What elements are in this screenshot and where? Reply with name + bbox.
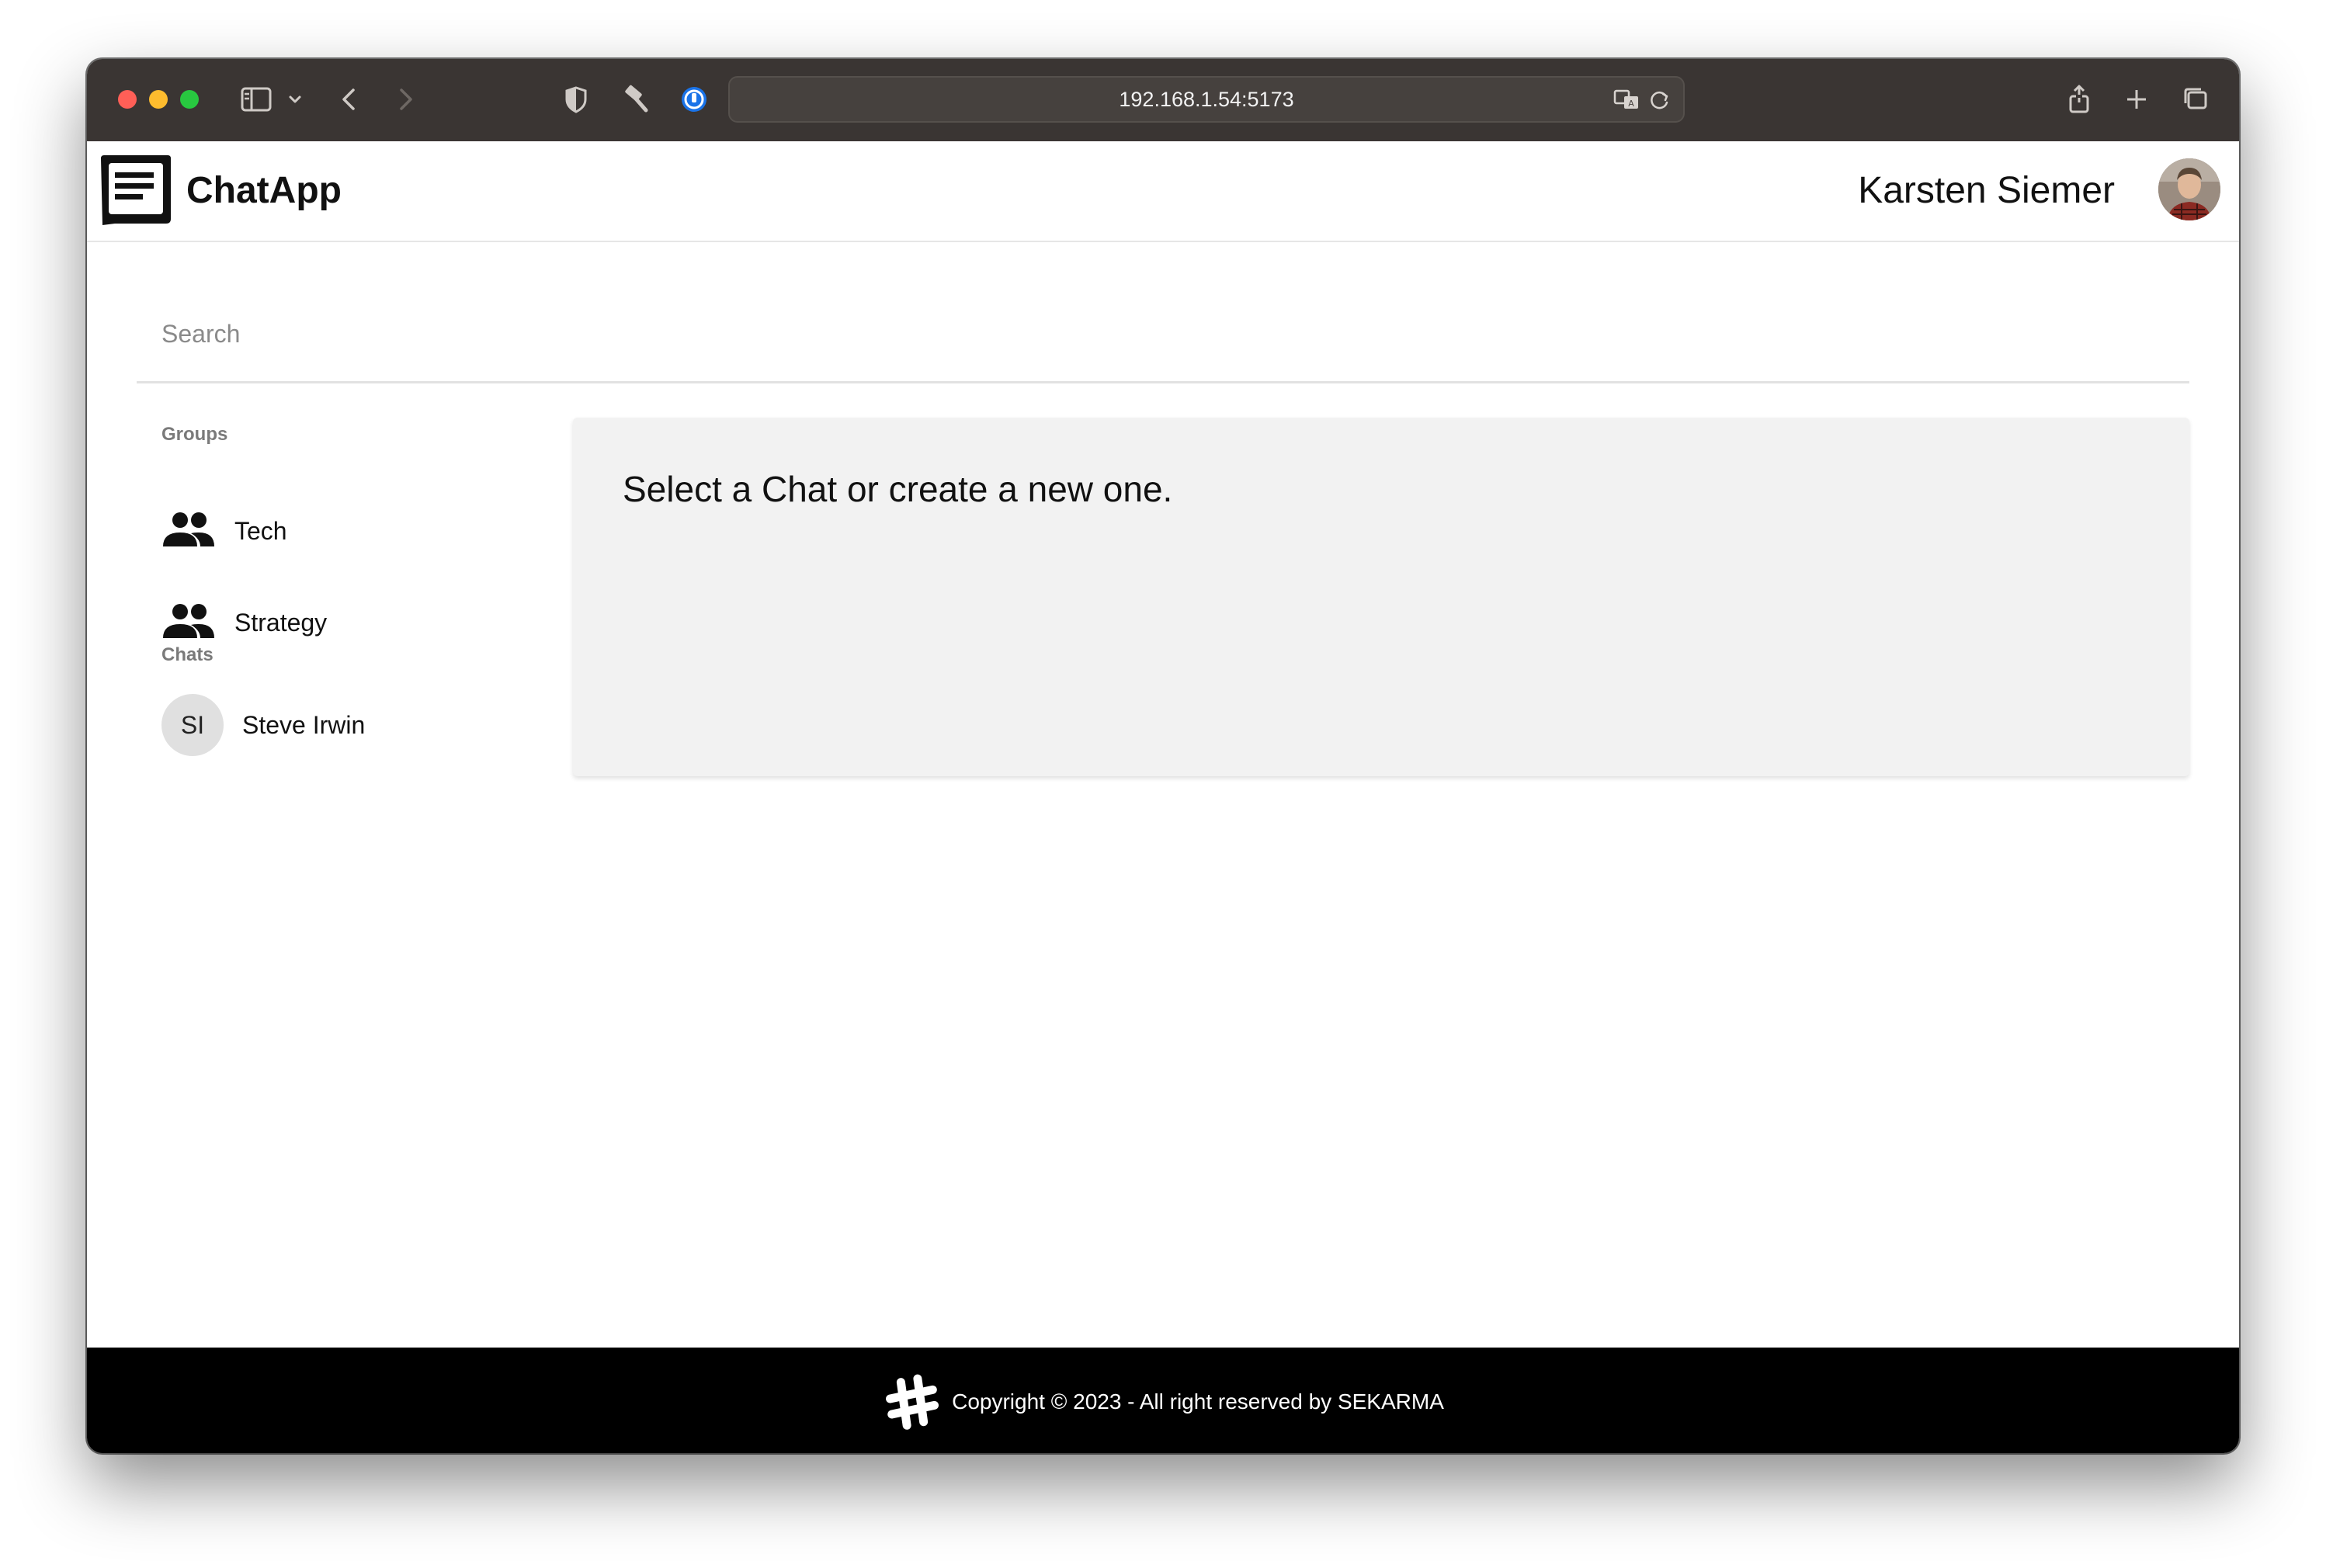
app-header: ChatApp Karsten Siemer <box>87 141 2239 242</box>
svg-text:A: A <box>1628 99 1634 109</box>
user-name: Karsten Siemer <box>1858 170 2115 211</box>
tab-overview-icon[interactable] <box>2175 79 2216 120</box>
search-bar <box>137 292 2189 383</box>
user-avatar[interactable] <box>2158 158 2220 220</box>
shield-icon[interactable] <box>556 79 596 120</box>
hash-icon <box>882 1371 944 1433</box>
group-item-label: Strategy <box>234 609 328 637</box>
address-bar[interactable]: 192.168.1.54:5173 A <box>728 76 1685 123</box>
group-icon <box>161 599 216 646</box>
reload-icon[interactable] <box>1641 81 1679 118</box>
footer: Copyright © 2023 - All right reserved by… <box>87 1348 2239 1453</box>
chat-item-label: Steve Irwin <box>242 711 366 739</box>
copyright-text: Copyright © 2023 - All right reserved by… <box>952 1389 1444 1414</box>
translate-icon[interactable]: A <box>1609 81 1646 118</box>
close-window-button[interactable] <box>118 90 137 109</box>
chevron-down-icon[interactable] <box>281 79 309 120</box>
group-item-tech[interactable]: Tech <box>161 500 534 562</box>
share-icon[interactable] <box>2059 79 2099 120</box>
app-title[interactable]: ChatApp <box>186 168 342 214</box>
group-item-label: Tech <box>234 517 287 545</box>
group-item-strategy[interactable]: Strategy <box>161 591 534 654</box>
back-arrow-icon[interactable] <box>329 79 370 120</box>
browser-window: 192.168.1.54:5173 A ChatApp Karsten Siem… <box>87 59 2239 1453</box>
chat-logo-icon[interactable] <box>98 152 174 228</box>
groups-section-label: Groups <box>161 424 228 445</box>
hammer-icon[interactable] <box>615 79 655 120</box>
url-text[interactable]: 192.168.1.54:5173 <box>730 78 1683 121</box>
new-tab-icon[interactable] <box>2116 79 2157 120</box>
search-input[interactable] <box>137 292 2189 381</box>
footer-content: Copyright © 2023 - All right reserved by… <box>87 1371 2239 1433</box>
chat-placeholder-panel: Select a Chat or create a new one. <box>573 418 2189 776</box>
chats-section-label: Chats <box>161 644 214 665</box>
contact-initials-avatar: SI <box>161 694 224 756</box>
browser-toolbar: 192.168.1.54:5173 A <box>87 59 2239 141</box>
chat-item-steve-irwin[interactable]: SI Steve Irwin <box>161 694 534 756</box>
empty-state-message: Select a Chat or create a new one. <box>623 469 1173 509</box>
group-icon <box>161 508 216 554</box>
sidebar-toggle-icon[interactable] <box>236 79 276 120</box>
forward-arrow-icon[interactable] <box>385 79 425 120</box>
maximize-window-button[interactable] <box>180 90 199 109</box>
minimize-window-button[interactable] <box>149 90 168 109</box>
password-manager-icon[interactable] <box>674 79 714 120</box>
